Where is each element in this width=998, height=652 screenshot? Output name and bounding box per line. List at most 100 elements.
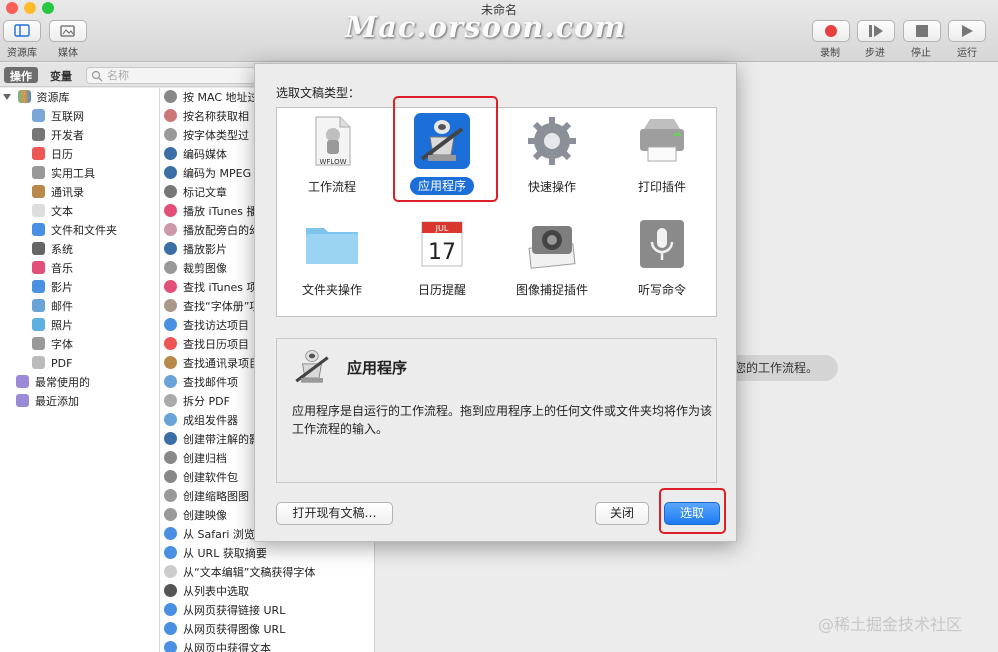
type-quick-action-label: 快速操作 bbox=[527, 180, 576, 194]
library-category[interactable]: 文件和文件夹 bbox=[32, 221, 117, 240]
action-item[interactable]: 查找邮件项 bbox=[164, 373, 238, 392]
library-category[interactable]: 字体 bbox=[32, 335, 73, 354]
library-tree: 资源库 互联网 开发者 日历 实用工具 通讯录 文本 文件和文件夹 系统 音乐 影片 邮件 照片 字体 P… bbox=[0, 88, 160, 652]
tab-actions[interactable]: 操作 bbox=[4, 67, 38, 83]
action-icon bbox=[164, 337, 177, 350]
close-button[interactable]: 关闭 bbox=[595, 502, 649, 525]
library-category[interactable]: 日历 bbox=[32, 145, 73, 164]
record-button[interactable] bbox=[812, 20, 850, 42]
action-icon bbox=[164, 470, 177, 483]
library-root[interactable]: 资源库 bbox=[3, 88, 70, 107]
library-category[interactable]: 实用工具 bbox=[32, 164, 95, 183]
step-button[interactable] bbox=[857, 20, 895, 42]
library-category[interactable]: 开发者 bbox=[32, 126, 84, 145]
type-print-plugin-label: 打印插件 bbox=[637, 180, 686, 194]
action-item[interactable]: 创建映像 bbox=[164, 506, 227, 525]
folder-icon bbox=[306, 228, 358, 264]
action-item[interactable]: 查找 iTunes 项 bbox=[164, 278, 258, 297]
action-icon bbox=[164, 147, 177, 160]
open-existing-button[interactable]: 打开现有文稿… bbox=[276, 502, 393, 525]
library-category[interactable]: 互联网 bbox=[32, 107, 84, 126]
stop-label: 停止 bbox=[911, 48, 931, 59]
smart-folder-icon bbox=[16, 394, 29, 407]
utilities-icon bbox=[32, 166, 45, 179]
media-icon bbox=[60, 25, 75, 37]
search-input[interactable]: 名称 bbox=[86, 67, 256, 84]
action-item[interactable]: 查找日历项目 bbox=[164, 335, 249, 354]
action-item-label: 播放影片 bbox=[183, 243, 227, 256]
action-item[interactable]: 查找访达项目 bbox=[164, 316, 249, 335]
pdf-icon bbox=[32, 356, 45, 369]
tab-variables[interactable]: 变量 bbox=[44, 67, 78, 83]
action-item[interactable]: 播放配旁白的幻 bbox=[164, 221, 260, 240]
action-item[interactable]: 标记文章 bbox=[164, 183, 227, 202]
action-icon bbox=[164, 166, 177, 179]
type-image-capture-plugin[interactable]: 图像捕捉插件 bbox=[497, 212, 607, 312]
action-icon bbox=[164, 318, 177, 331]
action-item-label: 从网页中获得文本 bbox=[183, 642, 271, 652]
library-smart-group-label: 最常使用的 bbox=[35, 376, 90, 389]
action-icon bbox=[164, 204, 177, 217]
action-item[interactable]: 按名称获取相 bbox=[164, 107, 249, 126]
library-smart-group[interactable]: 最常使用的 bbox=[16, 373, 90, 392]
action-item[interactable]: 按 MAC 地址过 bbox=[164, 88, 259, 107]
search-icon bbox=[91, 70, 103, 82]
run-button[interactable] bbox=[948, 20, 986, 42]
action-item[interactable]: 从 URL 获取摘要 bbox=[164, 544, 267, 563]
library-toggle-button[interactable] bbox=[3, 20, 41, 42]
library-category[interactable]: PDF bbox=[32, 354, 72, 373]
action-item[interactable]: 创建带注解的影 bbox=[164, 430, 260, 449]
action-item[interactable]: 拆分 PDF bbox=[164, 392, 230, 411]
media-label: 媒体 bbox=[58, 48, 78, 59]
action-item-label: 创建映像 bbox=[183, 509, 227, 522]
watermark-top: Mac.orsoon.com bbox=[345, 10, 627, 44]
action-item[interactable]: 编码为 MPEG bbox=[164, 164, 251, 183]
action-item[interactable]: 从 Safari 浏览 bbox=[164, 525, 255, 544]
type-quick-action[interactable]: 快速操作 bbox=[497, 109, 607, 209]
action-item[interactable]: 裁剪图像 bbox=[164, 259, 227, 278]
library-smart-group[interactable]: 最近添加 bbox=[16, 392, 79, 411]
action-item[interactable]: 从网页获得图像 URL bbox=[164, 620, 285, 639]
action-item[interactable]: 查找通讯录项目 bbox=[164, 354, 260, 373]
run-icon bbox=[962, 25, 973, 37]
action-item[interactable]: 创建归档 bbox=[164, 449, 227, 468]
action-icon bbox=[164, 223, 177, 236]
action-item[interactable]: 按字体类型过 bbox=[164, 126, 249, 145]
action-item-label: 成组发件器 bbox=[183, 414, 238, 427]
mail-icon bbox=[32, 299, 45, 312]
library-category[interactable]: 影片 bbox=[32, 278, 73, 297]
type-folder-action[interactable]: 文件夹操作 bbox=[277, 212, 387, 312]
library-category[interactable]: 文本 bbox=[32, 202, 73, 221]
type-folder-action-label: 文件夹操作 bbox=[301, 283, 362, 297]
action-item[interactable]: 从“文本编辑”文稿获得字体 bbox=[164, 563, 315, 582]
library-category[interactable]: 系统 bbox=[32, 240, 73, 259]
action-item[interactable]: 播放影片 bbox=[164, 240, 227, 259]
library-category[interactable]: 邮件 bbox=[32, 297, 73, 316]
media-button[interactable] bbox=[49, 20, 87, 42]
description-body: 应用程序是自运行的工作流程。拖到应用程序上的任何文件或文件夹均将作为该工作流程的… bbox=[292, 404, 713, 436]
stop-button[interactable] bbox=[903, 20, 941, 42]
action-item[interactable]: 从网页中获得文本 bbox=[164, 639, 271, 652]
action-item[interactable]: 创建软件包 bbox=[164, 468, 238, 487]
type-dictation-command[interactable]: 听写命令 bbox=[607, 212, 717, 312]
type-print-plugin[interactable]: 打印插件 bbox=[607, 109, 717, 209]
action-item[interactable]: 编码媒体 bbox=[164, 145, 227, 164]
search-placeholder: 名称 bbox=[107, 69, 129, 82]
action-item[interactable]: 成组发件器 bbox=[164, 411, 238, 430]
library-root-label: 资源库 bbox=[36, 91, 70, 104]
action-item[interactable]: 查找“字体册”项 bbox=[164, 297, 260, 316]
record-label: 录制 bbox=[820, 48, 840, 59]
action-item-label: 从网页获得链接 URL bbox=[183, 604, 286, 617]
action-item-label: 从网页获得图像 URL bbox=[183, 623, 286, 636]
run-label: 运行 bbox=[957, 48, 977, 59]
action-item[interactable]: 创建缩略图图 bbox=[164, 487, 249, 506]
library-category[interactable]: 照片 bbox=[32, 316, 73, 335]
type-workflow[interactable]: WFLOW 工作流程 bbox=[277, 109, 387, 209]
action-item[interactable]: 播放 iTunes 播 bbox=[164, 202, 258, 221]
library-category[interactable]: 通讯录 bbox=[32, 183, 84, 202]
library-category[interactable]: 音乐 bbox=[32, 259, 73, 278]
type-calendar-alarm[interactable]: JUL 17 日历提醒 bbox=[387, 212, 497, 312]
action-item[interactable]: 从列表中选取 bbox=[164, 582, 249, 601]
choose-document-type-sheet: 选取文稿类型： WFLOW 工作流程 应用程序 快速操作 打印插件 文件夹操作 … bbox=[254, 63, 737, 542]
action-item[interactable]: 从网页获得链接 URL bbox=[164, 601, 285, 620]
